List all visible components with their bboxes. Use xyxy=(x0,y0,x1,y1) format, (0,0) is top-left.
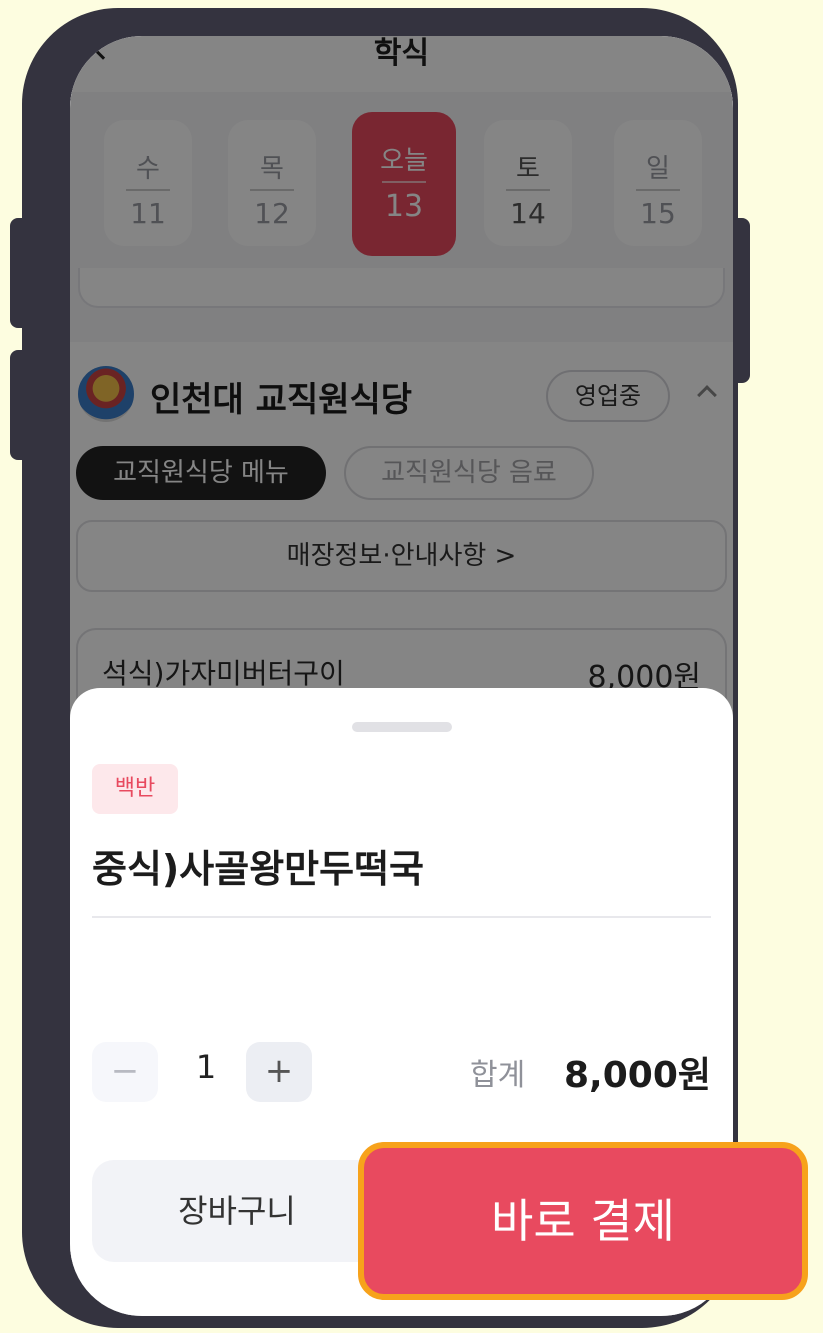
phone-frame: 학식 수 11 목 12 오늘 13 토 14 일 15 인천대 교직원식당 영… xyxy=(22,8,738,1328)
quantity-minus-button[interactable]: − xyxy=(92,1042,158,1102)
total-value: 8,000원 xyxy=(564,1055,711,1096)
divider xyxy=(92,916,711,918)
sheet-drag-handle[interactable] xyxy=(352,722,452,732)
item-title: 중식)사골왕만두떡국 xyxy=(92,847,425,891)
pay-now-button[interactable]: 바로 결제 xyxy=(358,1142,808,1300)
add-to-cart-button[interactable]: 장바구니 xyxy=(92,1160,382,1262)
quantity-value: 1 xyxy=(195,1048,217,1086)
pay-now-label: 바로 결제 xyxy=(491,1194,675,1248)
category-badge: 백반 xyxy=(92,764,178,814)
total-label: 합계 xyxy=(470,1058,526,1093)
quantity-plus-button[interactable]: + xyxy=(246,1042,312,1102)
phone-screen: 학식 수 11 목 12 오늘 13 토 14 일 15 인천대 교직원식당 영… xyxy=(70,36,733,1316)
